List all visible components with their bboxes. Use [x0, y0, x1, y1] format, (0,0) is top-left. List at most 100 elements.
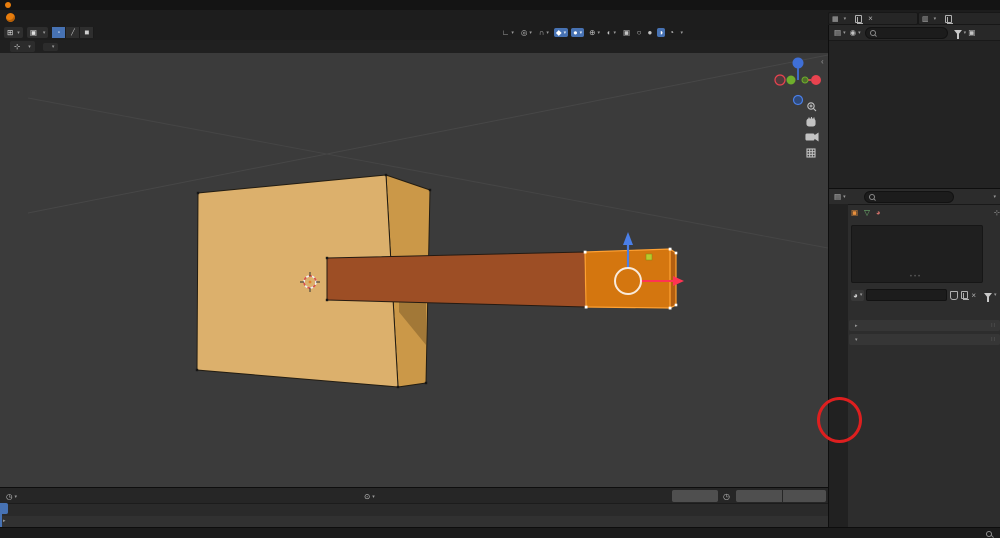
material-name-field[interactable]	[866, 289, 947, 301]
new-material-icon[interactable]	[961, 291, 968, 299]
new-collection-icon[interactable]: ▣	[966, 28, 977, 37]
proportional-edit-icon[interactable]: ●▾	[571, 28, 584, 37]
mode-dropdown[interactable]: ▣ ▾	[27, 27, 49, 38]
axis-icon: ⊹	[14, 42, 20, 51]
timeline-ruler[interactable]	[0, 503, 828, 517]
properties-editor-icon[interactable]: ▤▾	[832, 192, 848, 201]
properties-tab-column	[829, 204, 848, 528]
zoom-view-icon[interactable]	[808, 103, 816, 111]
viewport-3d[interactable]: ‹	[0, 53, 828, 487]
face-center-dot[interactable]	[646, 254, 652, 260]
timeline-editor-icon[interactable]: ◷▾	[4, 492, 19, 501]
breadcrumb: ▣ ▽ ◕ ⊹	[848, 204, 1000, 220]
properties-search-input[interactable]	[878, 192, 942, 201]
drag-setting-dropdown[interactable]: ▾	[43, 43, 59, 51]
chevron-down-icon[interactable]: ▾	[993, 194, 996, 200]
status-bar	[0, 527, 1000, 538]
properties-editor: ▤▾ ▾ ▣ ▽ ◕ ⊹ ••• ◕▾	[828, 188, 1000, 528]
auto-keying-icon[interactable]: ⊙▾	[362, 492, 377, 501]
shading-material-icon[interactable]: ◑	[657, 28, 665, 37]
snap-magnet-icon[interactable]: ∩▾	[537, 28, 551, 37]
face-select-button[interactable]: ◼	[80, 27, 94, 38]
timeline-header: ◷▾ ⊙▾ ◷	[0, 490, 828, 503]
pivot-point-icon[interactable]: ◎▾	[519, 28, 534, 37]
viewport-scene: ‹	[0, 53, 828, 487]
network-status-icon	[986, 531, 992, 537]
unlink-material-icon[interactable]: ×	[971, 291, 976, 300]
timeline: ◷▾ ⊙▾ ◷ ▸	[0, 487, 828, 528]
snapping-options-icon[interactable]: ◆▾	[554, 28, 568, 37]
viewport-header-right: ∟ ▾ ◎▾ ∩▾ ◆▾ ●▾ ⊕▾ ◐▾ ▣ ○ ● ◑ ◔ ▾	[500, 26, 683, 39]
extruded-bar-face[interactable]	[327, 252, 586, 307]
pin-icon[interactable]: ⊹	[994, 208, 1000, 217]
viewport-header: ⊞▾ ▣ ▾ ▫ ╱ ◼	[0, 25, 828, 41]
expand-channel-icon[interactable]: ▸	[3, 518, 6, 524]
outliner-filter-object-icon[interactable]: ◉▾	[848, 28, 863, 37]
camera-view-icon[interactable]	[806, 134, 818, 141]
outliner-search-input[interactable]	[879, 28, 943, 37]
material-icon: ◕	[876, 208, 881, 217]
shading-dropdown-icon[interactable]: ▾	[681, 30, 684, 36]
shading-solid-icon[interactable]: ●	[646, 28, 654, 37]
disclosure-icon: ▾	[855, 337, 858, 343]
properties-header: ▤▾ ▾	[829, 189, 1000, 205]
outliner-search[interactable]	[865, 27, 948, 39]
annotation-red-circle	[817, 397, 862, 443]
select-mode-buttons: ▫ ╱ ◼	[52, 27, 94, 38]
editor-type-button[interactable]: ⊞▾	[4, 27, 23, 38]
properties-search[interactable]	[864, 191, 954, 203]
chevron-down-icon: ▾	[934, 16, 937, 22]
shading-wireframe-icon[interactable]: ○	[635, 28, 643, 37]
orientation-setting-dropdown[interactable]: ⊹▾	[10, 41, 35, 52]
mesh-icon: ▽	[864, 208, 870, 217]
stopwatch-icon[interactable]: ◷	[723, 492, 730, 501]
outliner-header: ▤▾ ◉▾ ▾ ▣	[829, 25, 1000, 41]
current-frame-field[interactable]	[672, 490, 718, 502]
sidebar-collapse-icon[interactable]: ‹	[821, 57, 824, 66]
properties-content: ▣ ▽ ◕ ⊹ ••• ◕▾ × ▾	[848, 204, 1000, 528]
search-icon	[869, 194, 875, 200]
edit-mode-icon: ▣	[30, 28, 37, 37]
material-specials-icon[interactable]	[984, 293, 992, 298]
new-viewlayer-icon[interactable]	[945, 15, 952, 23]
pan-view-icon[interactable]	[807, 117, 815, 126]
list-grip[interactable]: •••	[851, 274, 981, 280]
scene-selector[interactable]: ▦▾ ×	[828, 12, 918, 25]
chevron-down-icon[interactable]: ▾	[994, 292, 997, 298]
fake-user-icon[interactable]	[950, 291, 958, 300]
outliner-filter-icon[interactable]	[954, 30, 962, 35]
title-bar	[0, 0, 1000, 10]
top-bar: ▦▾ × ▥▾	[0, 10, 1000, 26]
blender-menu-icon[interactable]	[6, 13, 15, 22]
show-gizmo-icon[interactable]: ⊕▾	[587, 28, 602, 37]
blender-window: ▦▾ × ▥▾ ⊞▾ ▣ ▾ ▫ ╱ ◼ ∟ ▾ ◎▾ ∩▾ ◆▾ ●▾ ⊕▾ …	[0, 0, 1000, 538]
orientation-dropdown[interactable]: ∟ ▾	[500, 28, 516, 37]
surface-panel-header[interactable]: ▾ ∷	[849, 334, 1000, 345]
outliner-display-mode-icon[interactable]: ▤▾	[832, 28, 848, 37]
disclosure-icon: ▸	[855, 323, 858, 329]
xray-toggle-icon[interactable]: ▣	[621, 28, 632, 37]
new-scene-icon[interactable]	[855, 15, 862, 23]
object-icon: ▣	[851, 208, 858, 217]
blender-app-icon	[5, 2, 11, 8]
browse-material-button[interactable]: ◕▾	[851, 290, 864, 301]
viewlayer-icon: ▥	[922, 15, 929, 23]
preview-panel-header[interactable]: ▸ ∷	[849, 320, 1000, 331]
search-icon	[870, 30, 876, 36]
gizmo-z-arrow[interactable]	[623, 232, 633, 245]
edge-select-button[interactable]: ╱	[66, 27, 80, 38]
unlink-scene-icon[interactable]: ×	[868, 14, 873, 23]
show-overlays-icon[interactable]: ◐▾	[605, 28, 618, 37]
material-datablock-row: ◕▾ × ▾	[848, 289, 1000, 301]
ortho-toggle-icon[interactable]	[807, 149, 815, 157]
vertex-select-button[interactable]: ▫	[52, 27, 66, 38]
shading-rendered-icon[interactable]: ◔	[668, 28, 676, 37]
frame-start-field[interactable]	[736, 490, 782, 502]
viewlayer-selector[interactable]: ▥▾	[918, 12, 1000, 25]
frame-end-field[interactable]	[783, 490, 826, 502]
playhead-badge[interactable]	[0, 503, 8, 514]
tool-settings-bar: ⊹▾ ▾	[0, 40, 828, 54]
gizmo-x-arrow[interactable]	[673, 276, 684, 286]
chevron-down-icon: ▾	[844, 16, 847, 22]
viewport-editor-icon: ⊞	[7, 28, 13, 37]
